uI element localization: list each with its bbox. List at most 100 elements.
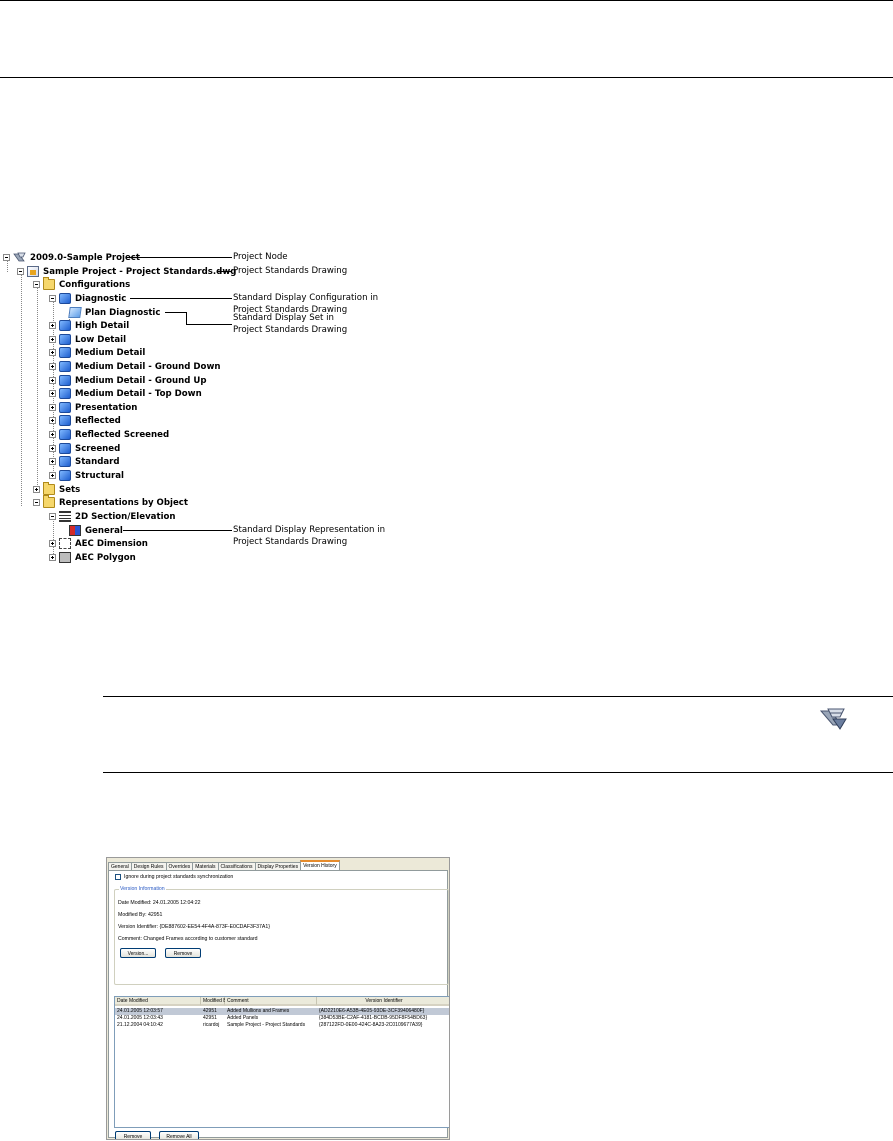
expand-icon[interactable] <box>49 349 56 356</box>
table-cell: 42951 <box>203 1015 217 1021</box>
expand-icon[interactable] <box>49 390 56 397</box>
version-button[interactable]: Version... <box>120 948 156 958</box>
tree-node[interactable]: 2009.0-Sample Project <box>3 251 140 264</box>
tree-node[interactable]: Medium Detail - Ground Up <box>49 374 207 387</box>
expand-icon[interactable] <box>49 322 56 329</box>
expand-icon[interactable] <box>49 445 56 452</box>
callout-leader-line <box>186 312 187 324</box>
expand-icon[interactable] <box>49 431 56 438</box>
display-set-icon <box>68 307 82 318</box>
tree-node-label: High Detail <box>75 320 130 331</box>
table-row[interactable]: 24.01.2005 12:03:57 42951 Added Mullions a… <box>115 1008 449 1015</box>
expand-icon[interactable] <box>49 417 56 424</box>
table-cell: {AD2210E6-A53B-4E05-93DE-3CF39406480F} <box>319 1008 425 1014</box>
footer-remove-button[interactable]: Remove <box>115 1131 151 1139</box>
collapse-icon[interactable] <box>49 513 56 520</box>
display-configuration-icon <box>59 320 71 331</box>
callout-leader-line <box>130 257 232 258</box>
tree-node[interactable]: Medium Detail <box>49 346 145 359</box>
project-icon <box>13 252 26 263</box>
column-header[interactable]: Modified By <box>201 997 229 1006</box>
collapse-icon[interactable] <box>3 254 10 261</box>
tree-node-label: Diagnostic <box>75 293 127 304</box>
tree-node-label: Low Detail <box>75 334 127 345</box>
tree-node[interactable]: AEC Dimension <box>49 537 148 550</box>
folder-icon <box>43 277 55 290</box>
collapse-icon[interactable] <box>33 281 40 288</box>
tree-node-label: General <box>85 525 123 536</box>
dialog-tab-strip: General Design Rules Overrides Materials Cla… <box>108 860 340 872</box>
display-configuration-icon <box>59 402 71 413</box>
tree-node[interactable]: Standard <box>49 455 120 468</box>
group-title: Version Information <box>119 886 166 892</box>
column-header[interactable]: Comment <box>225 997 317 1006</box>
table-row[interactable]: 21.12.2004 04:10:42 ricardoj Sample Projec… <box>115 1022 449 1029</box>
version-history-dialog: General Design Rules Overrides Materials Cla… <box>106 857 450 1140</box>
tree-node[interactable]: Medium Detail - Ground Down <box>49 360 221 373</box>
expand-icon[interactable] <box>49 336 56 343</box>
table-row[interactable]: 24.01.2005 12:03:43 42951 Added Panels {384… <box>115 1015 449 1022</box>
tree-node[interactable]: Sets <box>33 482 81 496</box>
tree-node-label: Standard <box>75 456 120 467</box>
section-elevation-icon <box>59 511 71 522</box>
tree-node[interactable]: Screened <box>49 442 120 455</box>
tree-node[interactable]: General <box>69 524 123 537</box>
tree-node[interactable]: Medium Detail - Top Down <box>49 387 202 400</box>
expand-icon[interactable] <box>49 404 56 411</box>
tree-node[interactable]: Diagnostic <box>49 292 126 305</box>
tree-node[interactable]: Representations by Object <box>33 495 188 509</box>
tree-node[interactable]: Sample Project - Project Standards.dwg <box>17 265 236 278</box>
column-header[interactable]: Version Identifier <box>317 997 449 1006</box>
display-configuration-icon <box>59 334 71 345</box>
ignore-sync-label: Ignore during project standards synchron… <box>124 874 234 880</box>
tree-node[interactable]: 2D Section/Elevation <box>49 510 176 523</box>
collapse-icon[interactable] <box>33 499 40 506</box>
tree-node[interactable]: AEC Polygon <box>49 551 136 564</box>
tree-node-label: AEC Dimension <box>75 538 148 549</box>
tree-node-label: Sets <box>59 484 81 495</box>
polygon-icon <box>59 552 71 563</box>
expand-icon[interactable] <box>49 458 56 465</box>
dimension-icon <box>59 538 71 549</box>
tree-node-label: Representations by Object <box>59 497 188 508</box>
tree-node[interactable]: High Detail <box>49 319 129 332</box>
tree-node-label: Plan Diagnostic <box>85 307 161 318</box>
column-header[interactable]: Date Modified <box>115 997 201 1006</box>
display-configuration-icon <box>59 415 71 426</box>
note-top-rule <box>103 696 893 697</box>
callout-leader-line <box>186 324 232 325</box>
tree-node[interactable]: Presentation <box>49 401 137 414</box>
tree-node-label: 2009.0-Sample Project <box>30 252 141 263</box>
tree-node[interactable]: Reflected Screened <box>49 428 169 441</box>
ignore-sync-checkbox[interactable] <box>115 874 121 880</box>
expand-icon[interactable] <box>49 540 56 547</box>
tree-node[interactable]: Configurations <box>33 277 130 291</box>
expand-icon[interactable] <box>49 377 56 384</box>
collapse-icon[interactable] <box>17 268 24 275</box>
version-identifier-text: Version Identifier: {DE887602-EE54-4F4A-… <box>118 924 270 930</box>
tree-node-label: Presentation <box>75 402 138 413</box>
collapse-icon[interactable] <box>49 295 56 302</box>
table-cell: 21.12.2004 04:10:42 <box>117 1022 163 1028</box>
expand-icon[interactable] <box>49 472 56 479</box>
version-history-list: Date Modified Modified By Comment Version I… <box>114 996 449 1128</box>
tree-node-label: Sample Project - Project Standards.dwg <box>43 266 237 277</box>
remove-button[interactable]: Remove <box>165 948 201 958</box>
tree-node[interactable]: Reflected <box>49 414 121 427</box>
callout-leader-line <box>165 312 186 313</box>
tree-node[interactable]: Structural <box>49 469 124 482</box>
table-cell: Added Mullions and Frames <box>227 1008 290 1014</box>
callout-label: Project Node <box>233 252 288 262</box>
table-cell: 24.01.2005 12:03:43 <box>117 1015 163 1021</box>
footer-remove-all-button[interactable]: Remove All <box>159 1131 199 1139</box>
tree-node-label: AEC Polygon <box>75 552 136 563</box>
date-modified-text: Date Modified: 24.01.2005 12:04:22 <box>118 900 201 906</box>
expand-icon[interactable] <box>33 486 40 493</box>
tree-node[interactable]: Plan Diagnostic <box>68 306 161 319</box>
expand-icon[interactable] <box>49 554 56 561</box>
expand-icon[interactable] <box>49 363 56 370</box>
tree-node[interactable]: Low Detail <box>49 333 126 346</box>
table-cell: {287122FD-0E00-424C-8A23-2C0109677A39} <box>319 1022 423 1028</box>
display-configuration-icon <box>59 388 71 399</box>
tree-node-label: 2D Section/Elevation <box>75 511 176 522</box>
